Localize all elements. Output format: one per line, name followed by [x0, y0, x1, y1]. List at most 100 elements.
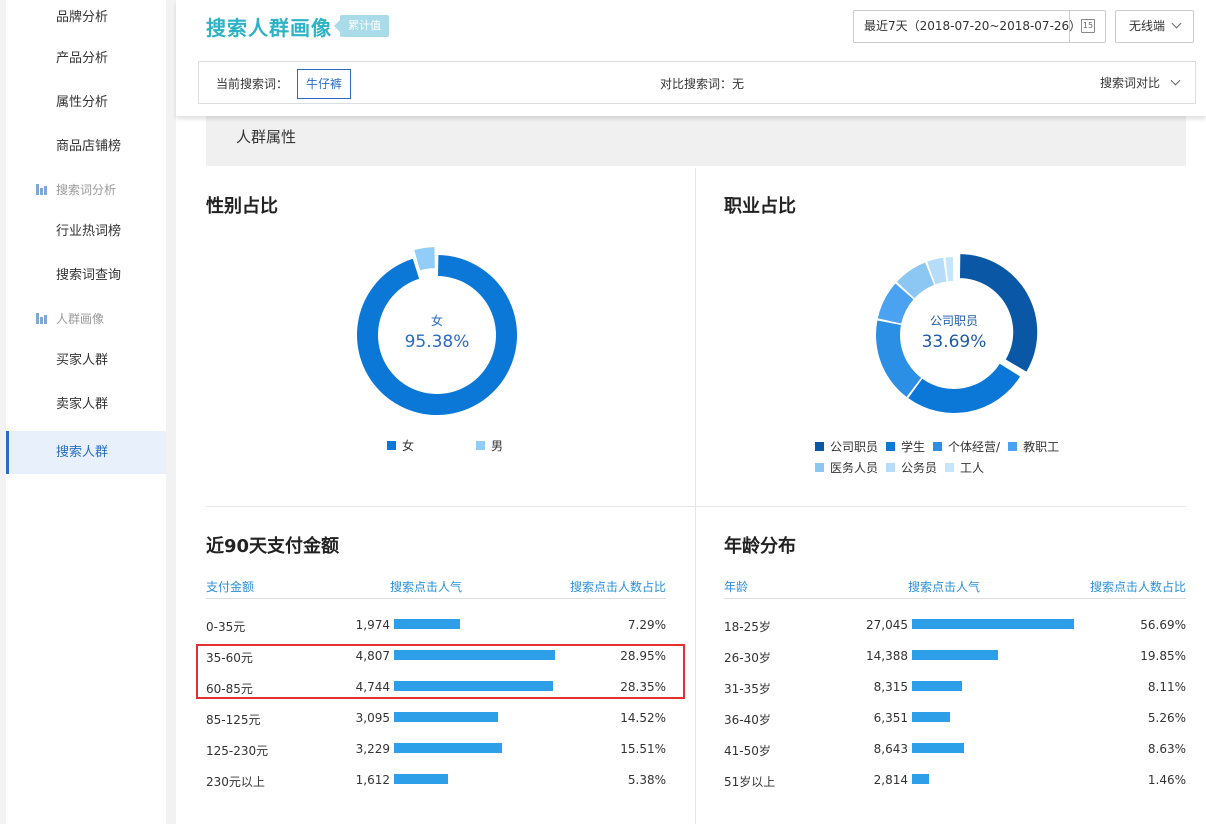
table-row: 26-30岁 14,388 19.85% — [724, 649, 1186, 669]
table-row: 51岁以上 2,814 1.46% — [724, 773, 1186, 793]
sidebar-gap — [166, 0, 176, 824]
donut-center-value: 95.38% — [405, 332, 470, 352]
page-title: 搜索人群画像 — [206, 16, 332, 40]
donut-center-label: 女 — [431, 313, 443, 328]
sidebar-item[interactable]: 卖家人群 — [6, 387, 166, 423]
legend-label: 工人 — [960, 461, 985, 475]
row-percent: 5.26% — [1147, 711, 1186, 725]
legend-item[interactable]: 公务员 — [886, 458, 937, 479]
legend-item[interactable]: 男 — [476, 437, 503, 454]
legend-swatch — [815, 463, 824, 472]
legend-swatch — [815, 442, 824, 451]
legend-label: 学生 — [901, 440, 926, 454]
row-bar — [912, 743, 964, 753]
table-row: 0-35元 1,974 7.29% — [206, 618, 666, 638]
legend-item[interactable]: 学生 — [886, 437, 925, 458]
calendar-icon: 15 — [1081, 19, 1095, 33]
age-panel-title: 年龄分布 — [724, 536, 796, 557]
legend-swatch — [886, 442, 896, 451]
sidebar-item[interactable]: 商品店铺榜 — [6, 129, 166, 165]
legend-item[interactable]: 教职工 — [1008, 437, 1059, 458]
table-row: 230元以上 1,612 5.38% — [206, 773, 666, 793]
sidebar-item[interactable]: 买家人群 — [6, 343, 166, 379]
row-percent: 1.46% — [1147, 773, 1186, 787]
sidebar-group-label: 搜索词分析 — [6, 175, 166, 205]
table-header: 搜索点击人数占比 — [569, 580, 666, 594]
row-percent: 8.63% — [1147, 742, 1186, 756]
device-select-value: 无线端 — [1129, 19, 1166, 33]
horizontal-divider — [206, 506, 1186, 507]
compare-keyword-button-label: 搜索词对比 — [1099, 76, 1160, 90]
legend-swatch — [933, 442, 943, 451]
sidebar-item[interactable]: 搜索人群 — [6, 431, 166, 474]
legend-swatch — [886, 463, 896, 472]
current-keyword-tag[interactable]: 牛仔裤 — [297, 69, 352, 99]
gender-panel-title: 性别占比 — [206, 196, 278, 217]
donut-slice-工人[interactable] — [945, 257, 954, 282]
row-percent: 5.38% — [627, 773, 666, 787]
gender-legend: 女男 — [387, 437, 565, 454]
sidebar: 品牌分析产品分析属性分析商品店铺榜搜索词分析行业热词榜搜索词查询人群画像买家人群… — [0, 0, 166, 824]
row-label: 125-230元 — [206, 744, 269, 758]
legend-label: 医务人员 — [830, 461, 879, 475]
table-row: 31-35岁 8,315 8.11% — [724, 680, 1186, 700]
row-bar — [912, 650, 999, 660]
row-value: 2,814 — [873, 773, 908, 787]
compare-keyword-label: 对比搜索词：无 — [660, 77, 745, 91]
row-label: 41-50岁 — [724, 744, 771, 758]
calendar-button[interactable]: 15 — [1069, 11, 1105, 42]
cumulative-badge: 累计值 — [334, 15, 389, 37]
row-percent: 7.29% — [627, 618, 666, 632]
legend-item[interactable]: 女 — [387, 437, 414, 454]
compare-keyword-button[interactable]: 搜索词对比 — [1099, 74, 1181, 91]
legend-item[interactable]: 工人 — [945, 458, 984, 479]
sidebar-item[interactable]: 产品分析 — [6, 41, 166, 77]
sidebar-item[interactable]: 搜索词查询 — [6, 258, 166, 294]
legend-item[interactable]: 医务人员 — [815, 458, 878, 479]
row-value: 1,612 — [355, 773, 390, 787]
donut-slice-公司职员[interactable] — [959, 254, 1038, 372]
donut-slice-个体经营/[interactable] — [876, 320, 922, 397]
row-value: 8,643 — [873, 742, 908, 756]
legend-item[interactable]: 公司职员 — [815, 437, 878, 458]
chevron-down-icon — [1171, 18, 1182, 29]
sidebar-item[interactable]: 品牌分析 — [6, 0, 166, 36]
row-value: 27,045 — [866, 618, 908, 632]
donut-slice-男[interactable] — [414, 247, 435, 271]
table-row: 36-40岁 6,351 5.26% — [724, 711, 1186, 731]
row-value: 1,974 — [355, 618, 390, 632]
row-value: 8,315 — [873, 680, 908, 694]
table-header: 搜索点击人气 — [908, 580, 981, 594]
row-percent: 14.52% — [620, 711, 666, 725]
sidebar-item[interactable]: 属性分析 — [6, 85, 166, 121]
row-percent: 19.85% — [1140, 649, 1186, 663]
legend-label: 男 — [491, 439, 504, 453]
row-label: 26-30岁 — [724, 651, 771, 665]
date-range-picker[interactable]: 最近7天（2018-07-20~2018-07-26） 15 — [853, 10, 1106, 43]
donut-slice-学生[interactable] — [908, 363, 1021, 413]
row-value: 6,351 — [873, 711, 908, 725]
sidebar-group-label: 人群画像 — [6, 304, 166, 334]
payment-panel-title: 近90天支付金额 — [206, 536, 340, 557]
row-percent: 15.51% — [620, 742, 666, 756]
legend-label: 女 — [402, 439, 415, 453]
donut-center-value: 33.69% — [922, 332, 987, 352]
row-label: 36-40岁 — [724, 713, 771, 727]
sidebar-item[interactable]: 行业热词榜 — [6, 214, 166, 250]
age-table: 年龄 搜索点击人气 搜索点击人数占比 18-25岁 27,045 56.69% 26-30岁… — [724, 578, 1186, 798]
row-label: 0-35元 — [206, 620, 246, 634]
legend-item[interactable]: 个体经营/ — [933, 437, 1000, 458]
table-row: 18-25岁 27,045 56.69% — [724, 618, 1186, 638]
donut-center-label: 公司职员 — [930, 314, 978, 328]
row-bar — [394, 712, 498, 722]
current-keyword-label: 当前搜索词： — [216, 77, 289, 91]
device-select[interactable]: 无线端 — [1115, 10, 1194, 43]
gender-donut-chart: 女 95.38% — [357, 247, 517, 416]
table-header-divider — [206, 598, 666, 599]
row-bar — [394, 743, 503, 753]
legend-label: 个体经营/ — [948, 440, 1001, 454]
table-header: 搜索点击人数占比 — [1089, 580, 1186, 594]
row-value: 3,229 — [355, 742, 390, 756]
row-bar — [912, 712, 951, 722]
occupation-donut-chart: 公司职员 33.69% — [876, 254, 1038, 413]
